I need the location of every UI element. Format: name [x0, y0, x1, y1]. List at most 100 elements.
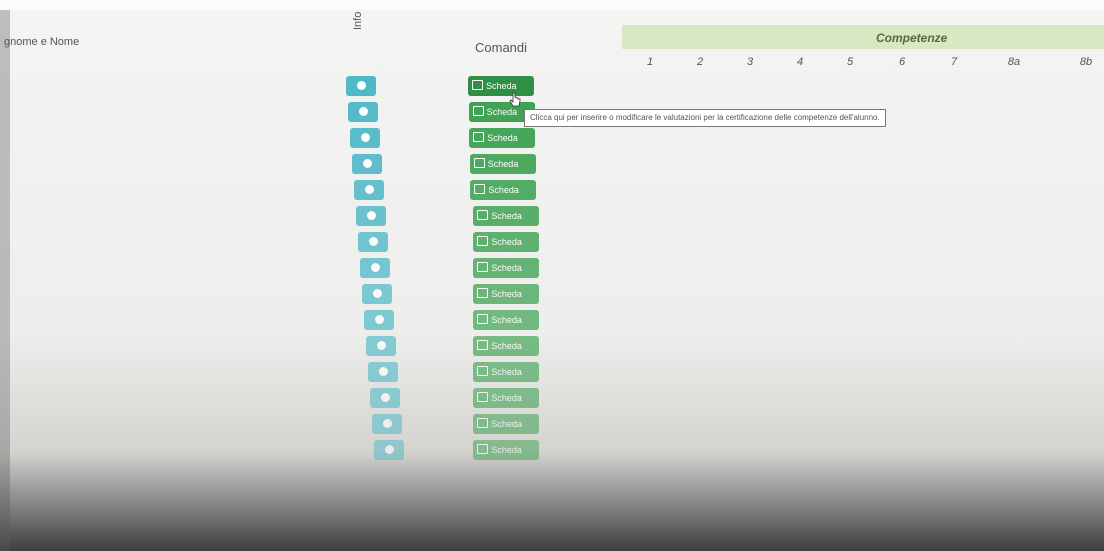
info-button[interactable]	[352, 154, 382, 174]
info-button[interactable]	[360, 258, 390, 278]
info-button[interactable]	[368, 362, 398, 382]
scheda-button[interactable]: Scheda	[468, 76, 534, 96]
scheda-button-label: Scheda	[491, 419, 522, 429]
table-row: Scheda	[0, 206, 1104, 232]
scheda-tooltip: Clicca qui per inserire o modificare le …	[524, 109, 886, 127]
info-button[interactable]	[358, 232, 388, 252]
info-circle-icon	[369, 237, 378, 246]
info-circle-icon	[363, 159, 372, 168]
edit-icon	[477, 444, 489, 454]
scheda-button[interactable]: Scheda	[473, 206, 540, 226]
competenza-col-8a: 8a	[1007, 56, 1021, 68]
info-button[interactable]	[354, 180, 384, 200]
table-row: Scheda	[0, 414, 1104, 440]
scheda-button[interactable]: Scheda	[469, 128, 536, 148]
competenza-col-4: 4	[796, 56, 804, 68]
scheda-button-label: Scheda	[491, 263, 522, 273]
table-row: Scheda	[0, 76, 1104, 102]
info-button[interactable]	[366, 336, 396, 356]
edit-icon	[477, 392, 489, 402]
column-header-info: Info	[352, 11, 364, 30]
scheda-button[interactable]: Scheda	[473, 310, 540, 330]
scheda-button-label: Scheda	[491, 289, 522, 299]
info-button[interactable]	[370, 388, 400, 408]
scheda-button[interactable]: Scheda	[469, 154, 536, 174]
scheda-button-label: Scheda	[488, 185, 519, 195]
scheda-button[interactable]: Scheda	[473, 414, 540, 434]
scheda-button[interactable]: Scheda	[473, 232, 540, 252]
info-circle-icon	[373, 289, 382, 298]
table-row: Scheda	[0, 440, 1104, 466]
scheda-button[interactable]: Scheda	[473, 258, 540, 278]
scheda-button-label: Scheda	[487, 133, 518, 143]
table-row: Scheda	[0, 284, 1104, 310]
competenza-col-5: 5	[846, 56, 854, 68]
competenza-col-7: 7	[950, 56, 958, 68]
info-button[interactable]	[374, 440, 404, 460]
edit-icon	[477, 418, 489, 428]
info-circle-icon	[375, 315, 384, 324]
top-strip	[0, 0, 1104, 10]
info-button[interactable]	[362, 284, 392, 304]
scheda-button[interactable]: Scheda	[473, 284, 540, 304]
info-circle-icon	[385, 445, 394, 454]
page: gnome e Nome Info Comandi Competenze 1 2…	[0, 0, 1104, 551]
table-row: Scheda	[0, 310, 1104, 336]
edit-icon	[477, 236, 489, 246]
edit-icon	[477, 262, 489, 272]
info-button[interactable]	[372, 414, 402, 434]
edit-icon	[477, 210, 489, 220]
info-circle-icon	[377, 341, 386, 350]
info-circle-icon	[365, 185, 374, 194]
scheda-button-label: Scheda	[491, 211, 522, 221]
edit-icon	[473, 158, 485, 168]
table-row: Scheda	[0, 180, 1104, 206]
competenza-col-8b: 8b	[1079, 56, 1093, 68]
scheda-button[interactable]: Scheda	[473, 440, 540, 460]
scheda-button-label: Scheda	[491, 237, 522, 247]
column-header-name: gnome e Nome	[4, 36, 80, 48]
info-button[interactable]	[350, 128, 380, 148]
edit-icon	[472, 80, 483, 90]
scheda-button-label: Scheda	[491, 367, 522, 377]
hand-cursor-icon	[509, 92, 521, 107]
edit-icon	[472, 106, 484, 116]
competenza-col-3: 3	[746, 56, 754, 68]
edit-icon	[474, 184, 486, 194]
competenze-title: Competenze	[876, 31, 948, 45]
info-circle-icon	[359, 107, 368, 116]
info-button[interactable]	[364, 310, 394, 330]
edit-icon	[477, 340, 489, 350]
competenza-col-6: 6	[898, 56, 906, 68]
scheda-button[interactable]: Scheda	[473, 362, 540, 382]
scheda-button[interactable]: Scheda	[473, 336, 540, 356]
info-button[interactable]	[356, 206, 386, 226]
scheda-button-label: Scheda	[491, 341, 522, 351]
table-row: Scheda	[0, 336, 1104, 362]
table-row: Scheda	[0, 388, 1104, 414]
scheda-button-label: Scheda	[491, 393, 522, 403]
table-row: Scheda	[0, 232, 1104, 258]
edit-icon	[477, 314, 489, 324]
competenza-col-2: 2	[696, 56, 704, 68]
table-row: Scheda	[0, 128, 1104, 154]
column-header-comandi: Comandi	[475, 40, 528, 55]
info-circle-icon	[371, 263, 380, 272]
info-circle-icon	[383, 419, 392, 428]
scheda-button[interactable]: Scheda	[473, 388, 540, 408]
scheda-button-label: Scheda	[487, 159, 519, 169]
table-row: Scheda	[0, 362, 1104, 388]
scheda-button-label: Scheda	[486, 81, 517, 91]
info-circle-icon	[367, 211, 376, 220]
info-circle-icon	[357, 81, 366, 90]
info-button[interactable]	[348, 102, 378, 122]
info-button[interactable]	[346, 76, 376, 96]
scheda-button[interactable]: Scheda	[470, 180, 537, 200]
info-circle-icon	[379, 367, 388, 376]
scheda-button-label: Scheda	[491, 315, 522, 325]
info-circle-icon	[381, 393, 390, 402]
edit-icon	[477, 366, 489, 376]
competenza-col-1: 1	[646, 56, 654, 68]
table-row: Scheda	[0, 258, 1104, 284]
edit-icon	[473, 132, 485, 142]
